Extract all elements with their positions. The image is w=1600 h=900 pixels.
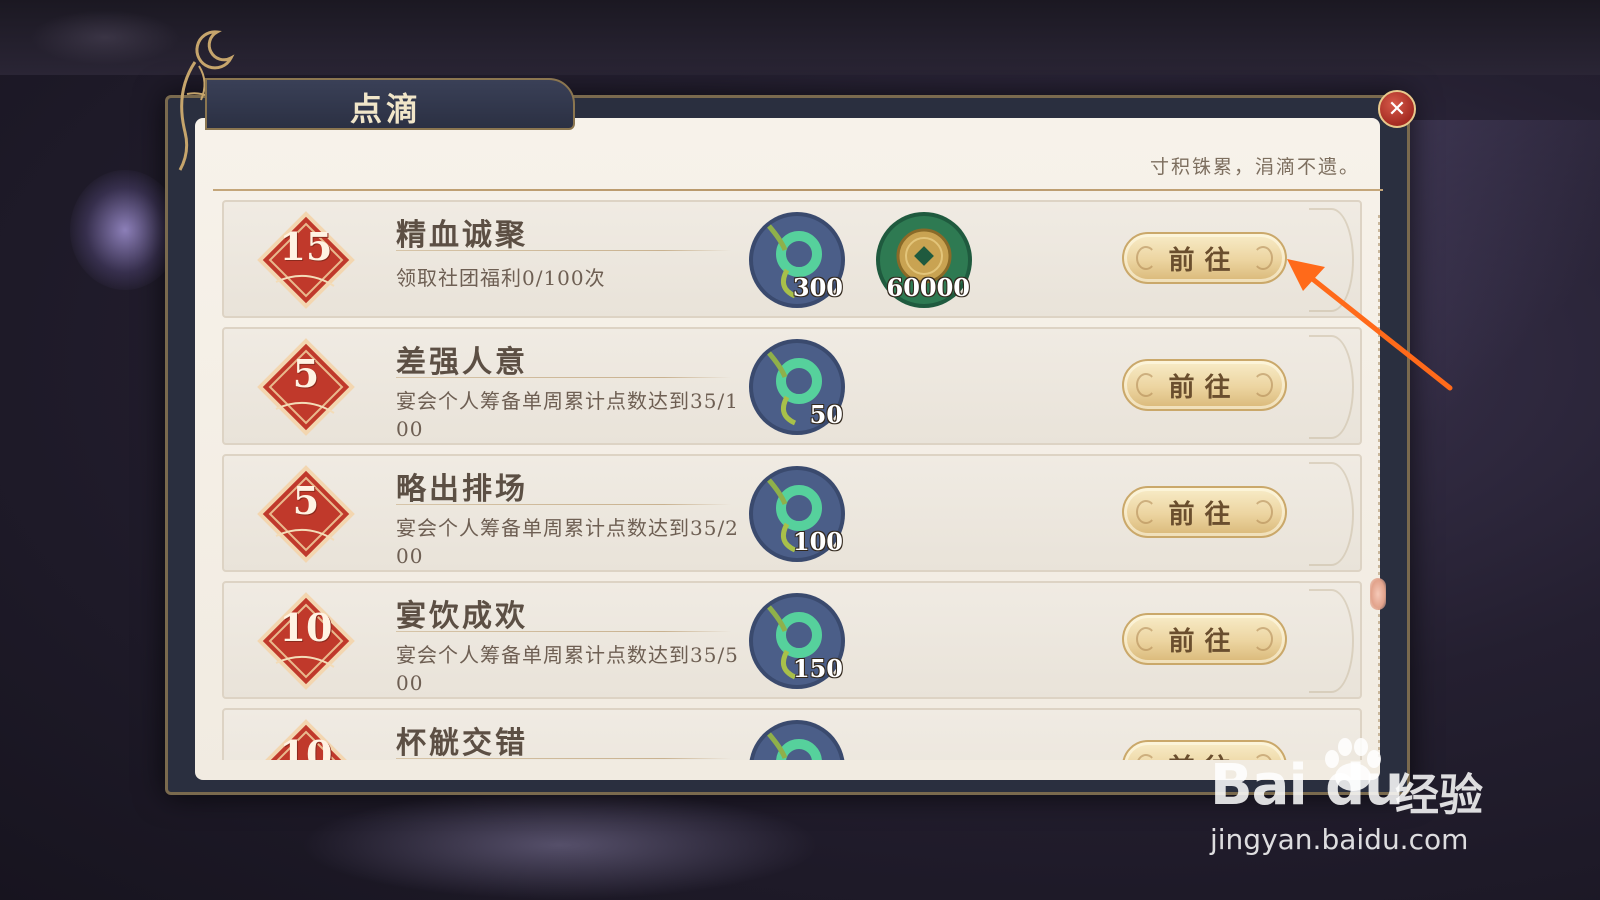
points-value: 10 — [279, 605, 333, 650]
curl-decoration-icon — [1136, 500, 1156, 524]
task-name: 宴饮成欢 — [396, 599, 528, 634]
goto-button[interactable]: 前往 — [1122, 232, 1287, 284]
task-name-underline — [396, 504, 731, 505]
goto-button[interactable]: 前往 — [1122, 486, 1287, 538]
close-icon: ✕ — [1387, 96, 1407, 122]
row-decoration — [1309, 589, 1354, 693]
background-emblem — [30, 10, 180, 65]
reward-item[interactable]: 100 — [747, 464, 847, 564]
task-list[interactable]: 15 精血诚聚 领取社团福利0/100次 300 60000 前往 5 差强人意… — [222, 200, 1362, 760]
baidu-watermark: Bai du 经验 jingyan.baidu.com — [1210, 735, 1510, 865]
row-decoration — [1309, 462, 1354, 566]
reward-item[interactable]: 60000 — [874, 210, 974, 310]
goto-button[interactable]: 前往 — [1122, 359, 1287, 411]
reward-count: 60000 — [886, 273, 971, 302]
goto-button-label: 前往 — [1168, 499, 1241, 530]
task-description: 宴会个人筹备单周累计点数达到35/500 — [396, 643, 739, 695]
dialog-title: 点滴 — [350, 90, 423, 128]
goto-button-label: 前往 — [1168, 245, 1241, 276]
curl-decoration-icon — [1253, 246, 1273, 270]
task-row: 10 宴饮成欢 宴会个人筹备单周累计点数达到35/500 150 前往 — [222, 581, 1362, 699]
task-row: 10 杯觥交错 前往 — [222, 708, 1362, 760]
reward-item[interactable] — [747, 718, 847, 760]
curl-decoration-icon — [1136, 627, 1156, 651]
task-description: 宴会个人筹备单周累计点数达到35/200 — [396, 516, 739, 568]
curl-decoration-icon — [1136, 754, 1156, 760]
reward-count: 100 — [792, 527, 843, 556]
points-value: 5 — [292, 478, 320, 523]
watermark-url: jingyan.baidu.com — [1210, 823, 1469, 856]
header-divider — [213, 189, 1383, 191]
task-name: 精血诚聚 — [396, 218, 528, 253]
curl-decoration-icon — [1136, 246, 1156, 270]
goto-button[interactable]: 前往 — [1122, 613, 1287, 665]
task-name: 差强人意 — [396, 345, 528, 380]
scrollbar-thumb[interactable] — [1370, 578, 1386, 610]
dialog-subtitle: 寸积铢累，涓滴不遗。 — [1150, 156, 1361, 178]
curl-decoration-icon — [1136, 373, 1156, 397]
task-name: 略出排场 — [396, 472, 528, 507]
close-button[interactable]: ✕ — [1378, 90, 1416, 128]
points-value: 10 — [279, 732, 333, 760]
task-description: 领取社团福利0/100次 — [396, 266, 606, 290]
reward-item[interactable]: 300 — [747, 210, 847, 310]
task-description: 宴会个人筹备单周累计点数达到35/100 — [396, 389, 739, 441]
reward-count: 300 — [792, 273, 843, 302]
task-name-underline — [396, 377, 731, 378]
curl-decoration-icon — [1253, 373, 1273, 397]
goto-button-label: 前往 — [1168, 626, 1241, 657]
reward-item[interactable]: 150 — [747, 591, 847, 691]
goto-button-label: 前往 — [1168, 372, 1241, 403]
curl-decoration-icon — [1253, 627, 1273, 651]
points-value: 5 — [292, 351, 320, 396]
watermark-logo-cn: 经验 — [1395, 770, 1483, 821]
reward-item[interactable]: 50 — [747, 337, 847, 437]
task-row: 5 略出排场 宴会个人筹备单周累计点数达到35/200 100 前往 — [222, 454, 1362, 572]
background-butterfly — [70, 170, 180, 290]
task-name-underline — [396, 250, 731, 251]
reward-count: 50 — [809, 400, 843, 429]
annotation-arrow-icon — [1287, 259, 1453, 391]
task-name: 杯觥交错 — [396, 726, 528, 760]
watermark-logo: Bai du — [1210, 753, 1404, 818]
task-name-underline — [396, 631, 731, 632]
task-name-underline — [396, 758, 731, 759]
reward-count: 150 — [792, 654, 843, 683]
task-row: 5 差强人意 宴会个人筹备单周累计点数达到35/100 50 前往 — [222, 327, 1362, 445]
points-value: 15 — [279, 224, 333, 269]
task-row: 15 精血诚聚 领取社团福利0/100次 300 60000 前往 — [222, 200, 1362, 318]
jade-ring-icon — [749, 720, 845, 760]
background-ribbon — [300, 790, 820, 900]
curl-decoration-icon — [1253, 500, 1273, 524]
